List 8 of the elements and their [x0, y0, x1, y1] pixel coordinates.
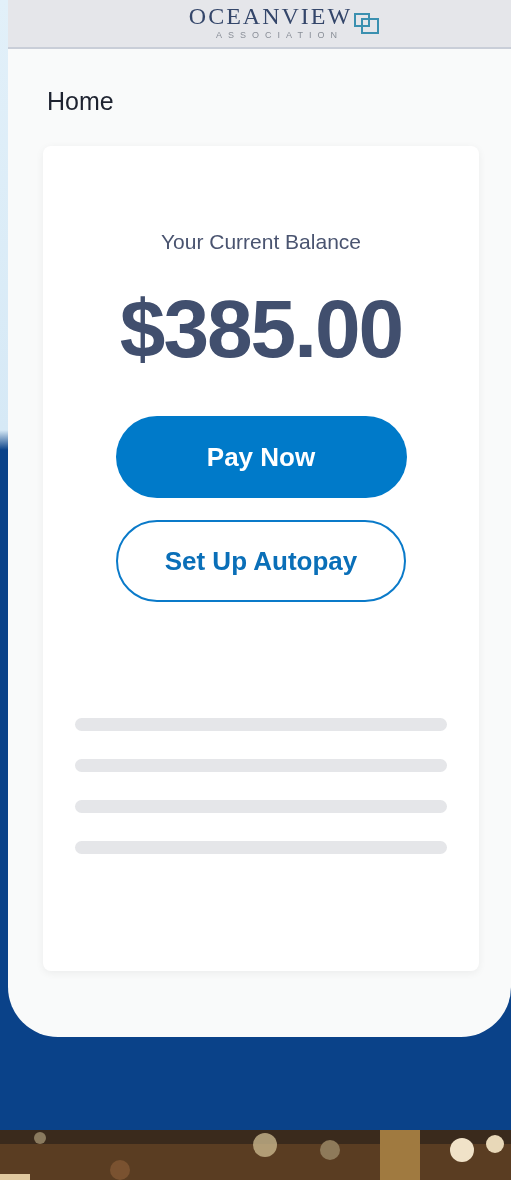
autopay-button[interactable]: Set Up Autopay — [116, 520, 406, 602]
logo-name: OCEANVIEW — [188, 3, 353, 29]
pay-now-button[interactable]: Pay Now — [115, 416, 407, 498]
logo-subtitle: ASSOCIATION — [216, 30, 343, 40]
page-title: Home — [47, 87, 115, 116]
balance-label: Your Current Balance — [161, 230, 361, 254]
balance-amount: $385.00 — [119, 282, 403, 376]
squares-logo-icon — [354, 13, 381, 35]
